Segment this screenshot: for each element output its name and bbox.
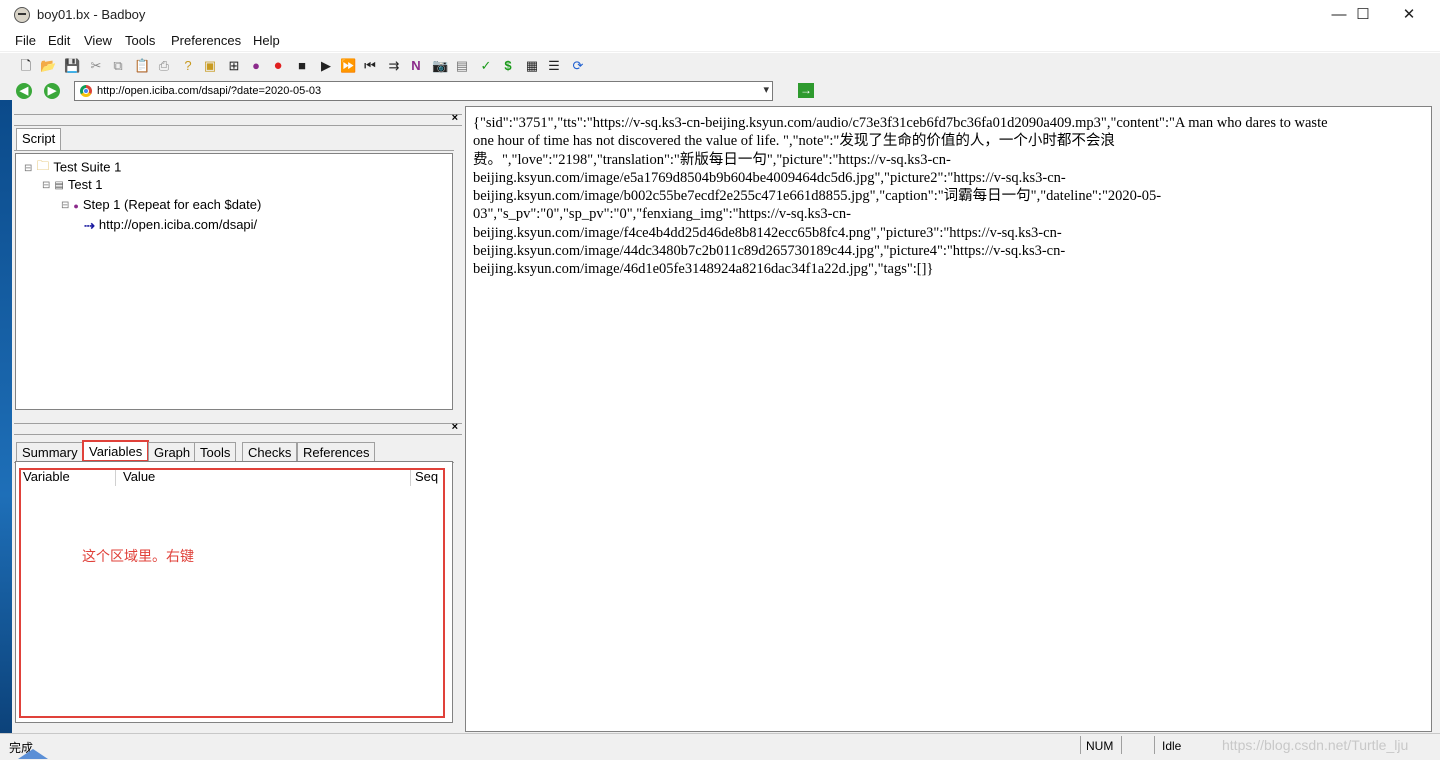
play-all-icon[interactable]: ⏩	[340, 58, 356, 74]
script-tabs: Script	[14, 128, 454, 151]
menu-tools[interactable]: Tools	[125, 33, 155, 48]
cut-icon[interactable]: ✂	[88, 58, 104, 74]
tab-checks[interactable]: Checks	[242, 442, 298, 462]
variable-icon[interactable]: $	[500, 58, 516, 74]
response-line: 费。","love":"2198","translation":"新版每日一句"…	[473, 151, 951, 168]
tree-test-label: Test 1	[67, 177, 103, 192]
status-divider	[1154, 736, 1155, 754]
paste-icon[interactable]: 📋	[134, 58, 150, 74]
tab-script[interactable]: Script	[16, 128, 62, 150]
left-pane: × Script ⊟ 🗀 Test Suite 1 ⊟ ▤ Test 1 ⊟ ● Step …	[12, 106, 462, 732]
tree-item-step[interactable]: ⊟ ● Step 1 (Repeat for each $date)	[61, 197, 261, 212]
tree-item-request[interactable]: ⇢ http://open.iciba.com/dsapi/	[84, 217, 257, 234]
response-line: beijing.ksyun.com/image/b002c55be7ecdf2e…	[473, 188, 1162, 205]
tree-suite-label: Test Suite 1	[53, 159, 122, 175]
response-line: beijing.ksyun.com/image/f4ce4b4dd25d46de…	[473, 224, 1062, 241]
response-line: beijing.ksyun.com/image/46d1e05fe3148924…	[473, 261, 934, 278]
menu-help[interactable]: Help	[253, 33, 280, 48]
add-suite-icon[interactable]: ▣	[202, 58, 218, 74]
bottom-pane-header: ×	[14, 421, 462, 435]
request-arrow-icon: ⇢	[84, 217, 95, 233]
response-line: 03","s_pv":"0","sp_pv":"0","fenxiang_img…	[473, 206, 851, 223]
badboy-app-icon	[14, 7, 30, 23]
window-title: boy01.bx - Badboy	[37, 7, 146, 22]
outline-icon[interactable]: ☰	[546, 58, 562, 74]
response-line: beijing.ksyun.com/image/44dc3480b7c2b011…	[473, 243, 1066, 260]
tree-item-suite[interactable]: ⊟ 🗀 Test Suite 1	[24, 157, 121, 179]
test-icon: ▤	[54, 180, 64, 192]
save-icon[interactable]: 💾	[64, 58, 80, 74]
script-tree[interactable]: ⊟ 🗀 Test Suite 1 ⊟ ▤ Test 1 ⊟ ● Step 1 (Repeat…	[15, 153, 453, 410]
tree-step-label: Step 1 (Repeat for each $date)	[82, 197, 262, 212]
bottom-tabs: Summary Variables Graph Tools Checks Ref…	[14, 440, 454, 463]
menu-preferences[interactable]: Preferences	[171, 33, 241, 48]
url-text: http://open.iciba.com/dsapi/?date=2020-0…	[97, 85, 322, 97]
tab-summary[interactable]: Summary	[16, 442, 84, 462]
maximize-button[interactable]: ☐	[1340, 0, 1386, 30]
tree-expander-icon[interactable]: ⊟	[61, 200, 69, 211]
add-test-icon[interactable]: ⊞	[226, 58, 242, 74]
folder-icon: 🗀	[36, 158, 50, 173]
script-pane-header: ×	[14, 112, 462, 126]
title-bar: boy01.bx - Badboy — ☐ ✕	[0, 0, 1440, 30]
address-bar: ◀ ▶ http://open.iciba.com/dsapi/?date=20…	[0, 79, 1440, 104]
tab-references[interactable]: References	[297, 442, 376, 462]
menu-edit[interactable]: Edit	[48, 33, 70, 48]
tree-request-label: http://open.iciba.com/dsapi/	[98, 217, 258, 232]
response-line: one hour of time has not discovered the …	[473, 133, 1115, 150]
tree-item-test[interactable]: ⊟ ▤ Test 1	[42, 177, 103, 192]
new-file-icon[interactable]: 🗋	[18, 58, 34, 74]
menu-bar: File Edit View Tools Preferences Help	[0, 30, 1440, 51]
status-num: NUM	[1086, 739, 1114, 753]
response-line: {"sid":"3751","tts":"https://v-sq.ks3-cn…	[473, 115, 1328, 131]
annotation-note: 这个区域里。右键	[82, 548, 194, 564]
status-divider	[1080, 736, 1081, 754]
response-line: beijing.ksyun.com/image/e5a1769d8504b9b6…	[473, 169, 1066, 186]
tab-tools[interactable]: Tools	[194, 442, 237, 462]
stop-icon[interactable]: ■	[294, 58, 310, 74]
forward-icon[interactable]: ▶	[44, 83, 60, 99]
navigation-icon[interactable]: N	[408, 58, 424, 74]
badboy-window: boy01.bx - Badboy — ☐ ✕ File Edit View T…	[0, 0, 1440, 760]
copy-icon[interactable]: ⧉	[110, 58, 126, 74]
menu-file[interactable]: File	[15, 33, 36, 48]
rewind-icon[interactable]: ⏮	[362, 58, 378, 74]
response-text: {"sid":"3751","tts":"https://v-sq.ks3-cn…	[473, 114, 1423, 279]
menu-view[interactable]: View	[84, 33, 112, 48]
table-icon[interactable]: ▦	[524, 58, 540, 74]
close-icon[interactable]: ×	[452, 112, 458, 124]
tree-expander-icon[interactable]: ⊟	[24, 163, 32, 174]
back-icon[interactable]: ◀	[16, 83, 32, 99]
tab-graph[interactable]: Graph	[148, 442, 197, 462]
highlight-annotation-box	[19, 468, 445, 718]
add-step-icon[interactable]: ●	[248, 58, 264, 74]
browser-icon	[80, 85, 92, 97]
toolbar: 🗋 📂 💾 ✂ ⧉ 📋 ⎙ ? ▣ ⊞ ● ● ■ ▶ ⏩ ⏮ ⇉ N 📷 ▤ …	[0, 52, 1440, 79]
url-input[interactable]: http://open.iciba.com/dsapi/?date=2020-0…	[74, 81, 773, 101]
close-button[interactable]: ✕	[1386, 0, 1432, 30]
help-icon[interactable]: ?	[180, 58, 196, 74]
skip-icon[interactable]: ⇉	[386, 58, 402, 74]
status-divider	[1121, 736, 1122, 754]
status-state: Idle	[1162, 739, 1182, 753]
response-pane[interactable]: {"sid":"3751","tts":"https://v-sq.ks3-cn…	[465, 106, 1432, 732]
record-icon[interactable]: ●	[270, 58, 286, 74]
check-icon[interactable]: ✓	[478, 58, 494, 74]
watermark: https://blog.csdn.net/Turtle_lju	[1222, 737, 1409, 753]
refresh-icon[interactable]: ⟳	[570, 58, 586, 74]
play-icon[interactable]: ▶	[318, 58, 334, 74]
tab-variables[interactable]: Variables	[82, 440, 150, 462]
go-button[interactable]: →	[798, 83, 814, 98]
tree-expander-icon[interactable]: ⊟	[42, 180, 50, 191]
step-icon: ●	[73, 200, 79, 211]
close-icon[interactable]: ×	[452, 421, 458, 433]
desktop-background	[0, 100, 12, 759]
print-icon[interactable]: ⎙	[156, 58, 172, 74]
chevron-down-icon[interactable]: ▾	[763, 83, 769, 96]
open-folder-icon[interactable]: 📂	[40, 58, 56, 74]
screenshot-icon[interactable]: 📷	[432, 58, 448, 74]
status-bar: 完成 NUM Idle https://blog.csdn.net/Turtle…	[0, 733, 1440, 760]
document-icon[interactable]: ▤	[454, 58, 470, 74]
